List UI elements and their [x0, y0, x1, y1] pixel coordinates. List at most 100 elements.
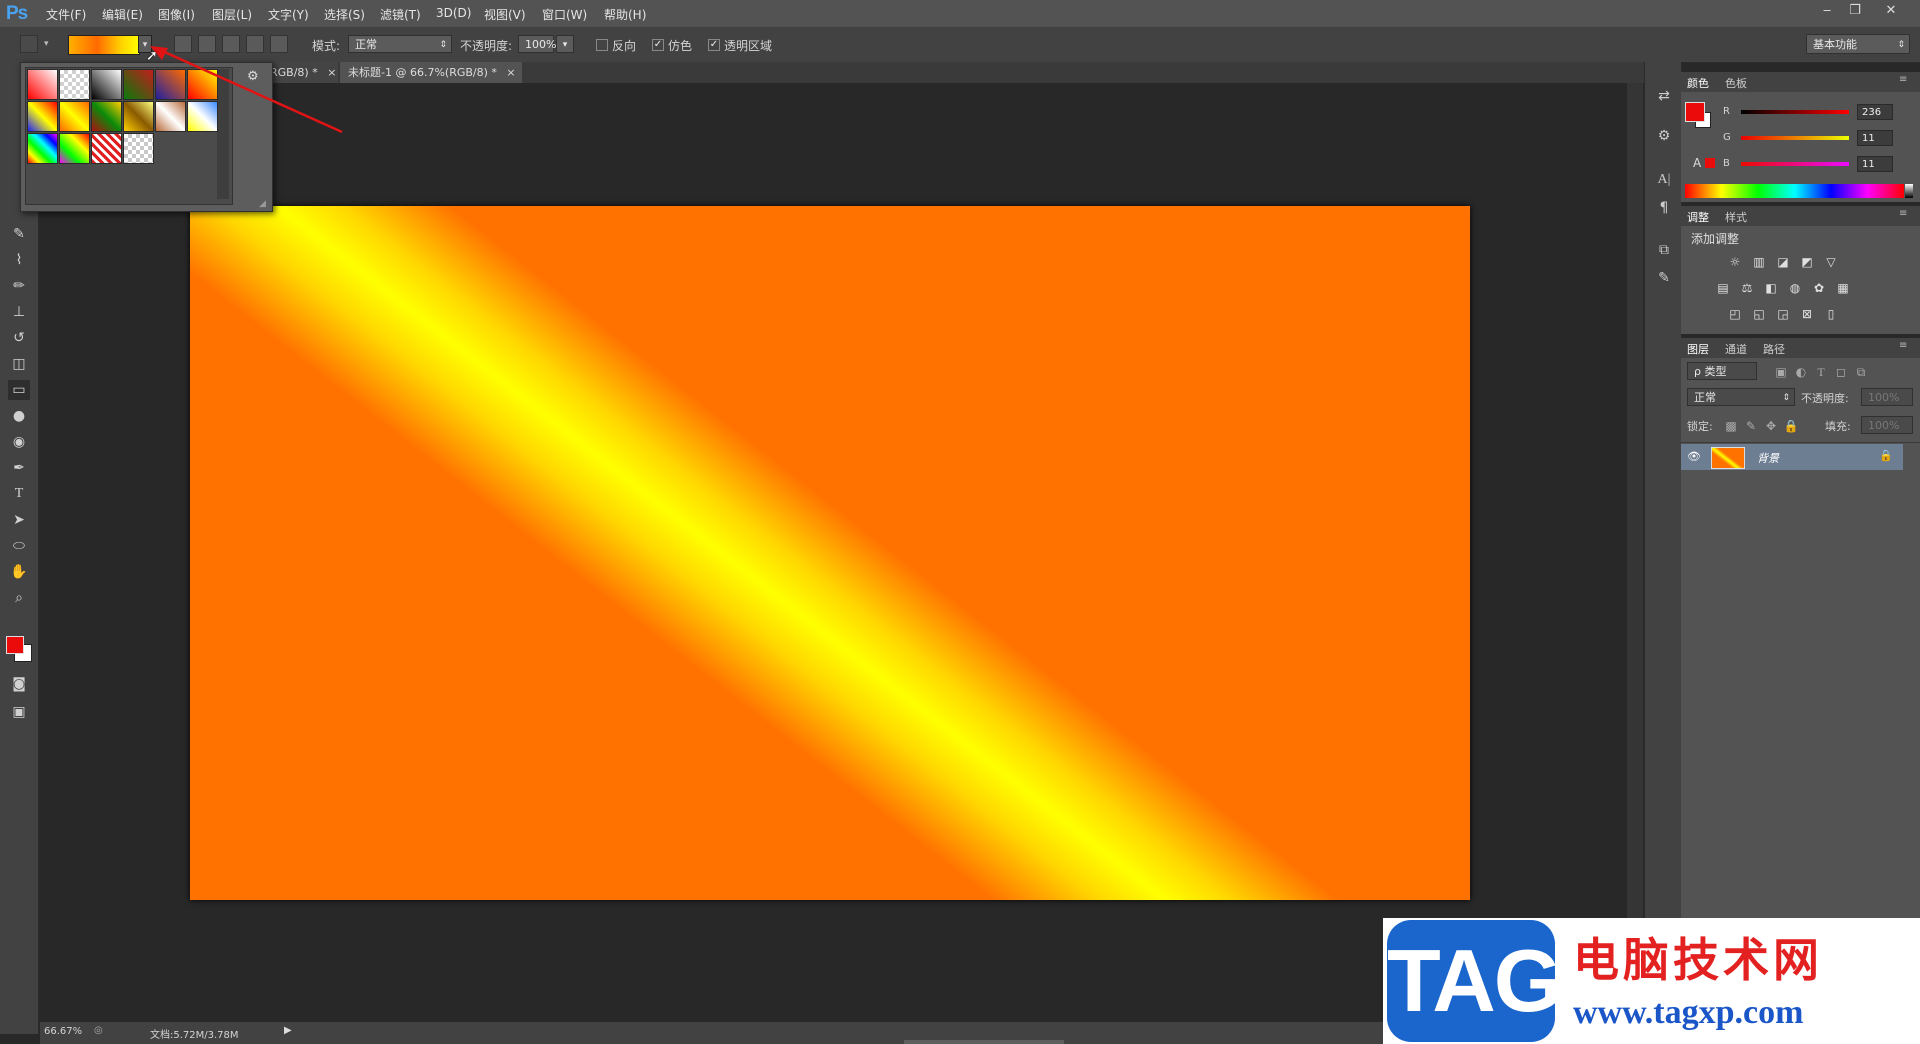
menu-window[interactable]: 窗口(W) — [542, 6, 587, 22]
color-ramp[interactable] — [1685, 184, 1904, 198]
menu-select[interactable]: 选择(S) — [324, 6, 365, 22]
tab-styles[interactable]: 样式 — [1725, 209, 1747, 225]
stamp-icon[interactable]: ⊥ — [8, 302, 30, 322]
document-tab-2[interactable]: 未标题-1 @ 66.7%(RGB/8) * × — [340, 62, 522, 83]
brightness-icon[interactable]: ☼ — [1727, 254, 1743, 270]
gradient-swatch[interactable] — [59, 101, 90, 132]
horizontal-scrollbar-thumb[interactable] — [904, 1040, 1064, 1044]
posterize-icon[interactable]: ◱ — [1751, 306, 1767, 322]
channel-mixer-icon[interactable]: ✿ — [1811, 280, 1827, 296]
menu-layer[interactable]: 图层(L) — [212, 6, 252, 22]
clone-source-icon[interactable]: ⧉ — [1654, 240, 1674, 260]
dodge-icon[interactable]: ◉ — [8, 432, 30, 452]
tab-adjustments[interactable]: 调整 — [1687, 209, 1709, 225]
dither-checkbox[interactable]: ✓ — [652, 39, 664, 51]
layer-opacity-input[interactable]: 100% — [1861, 388, 1913, 406]
layer-filter-select[interactable]: ρ 类型 — [1687, 362, 1757, 380]
gradient-swatch[interactable] — [27, 69, 58, 100]
layer-name[interactable]: 背景 — [1757, 450, 1779, 466]
vibrance-icon[interactable]: ▽ — [1823, 254, 1839, 270]
blend-mode-select[interactable]: 正常 ⇕ — [1687, 388, 1795, 406]
menu-filter[interactable]: 滤镜(T) — [380, 6, 421, 22]
menu-image[interactable]: 图像(I) — [158, 6, 195, 22]
menu-view[interactable]: 视图(V) — [484, 6, 526, 22]
character-panel-icon[interactable]: A| — [1654, 170, 1674, 190]
resize-grip-icon[interactable]: ◢ — [259, 199, 266, 209]
slider-b[interactable] — [1741, 162, 1849, 166]
lock-transparent-icon[interactable]: ▩ — [1723, 418, 1739, 434]
levels-icon[interactable]: ▥ — [1751, 254, 1767, 270]
type-icon[interactable]: T — [8, 484, 30, 504]
gradient-icon[interactable]: ▭ — [8, 380, 30, 400]
menu-help[interactable]: 帮助(H) — [604, 6, 646, 22]
lock-position-icon[interactable]: ✥ — [1763, 418, 1779, 434]
gradient-preview[interactable] — [68, 35, 140, 55]
lock-pixels-icon[interactable]: ✎ — [1743, 418, 1759, 434]
brush-icon[interactable]: ✏ — [8, 276, 30, 296]
minimize-icon[interactable]: ‒ — [1816, 2, 1838, 20]
selective-color-icon[interactable]: ⊠ — [1799, 306, 1815, 322]
channel-b-input[interactable]: 11 — [1857, 156, 1893, 172]
fill-input[interactable]: 100% — [1861, 416, 1913, 434]
foreground-color-front[interactable] — [6, 636, 24, 654]
hue-saturation-icon[interactable]: ▤ — [1715, 280, 1731, 296]
filter-pixel-icon[interactable]: ▣ — [1773, 364, 1789, 380]
reverse-checkbox[interactable] — [596, 39, 608, 51]
brush-presets-icon[interactable]: ✎ — [1654, 268, 1674, 288]
gradient-swatch[interactable] — [27, 101, 58, 132]
menu-3d[interactable]: 3D(D) — [436, 6, 471, 22]
tab-color[interactable]: 颜色 — [1687, 75, 1709, 91]
close-tab-icon[interactable]: × — [506, 66, 515, 79]
gradient-swatch[interactable] — [59, 69, 90, 100]
panel-menu-icon[interactable]: ≡ — [1899, 208, 1907, 219]
lock-all-icon[interactable]: 🔒 — [1783, 418, 1799, 434]
healing-brush-icon[interactable]: ⌇ — [8, 250, 30, 270]
paragraph-panel-icon[interactable]: ¶ — [1654, 198, 1674, 218]
restore-icon[interactable]: ❐ — [1844, 2, 1866, 20]
photo-filter-icon[interactable]: ◍ — [1787, 280, 1803, 296]
filter-adjust-icon[interactable]: ◐ — [1793, 364, 1809, 380]
panel-menu-icon[interactable]: ≡ — [1899, 340, 1907, 351]
tab-paths[interactable]: 路径 — [1763, 341, 1785, 357]
close-window-icon[interactable]: ✕ — [1880, 2, 1902, 20]
opacity-input[interactable]: 100% — [518, 35, 556, 53]
gradient-swatch[interactable] — [27, 133, 58, 164]
workspace-select[interactable]: 基本功能 ⇕ — [1806, 34, 1910, 54]
filter-shape-icon[interactable]: ◻ — [1833, 364, 1849, 380]
menu-edit[interactable]: 编辑(E) — [102, 6, 143, 22]
info-icon[interactable]: ◎ — [94, 1025, 103, 1036]
tool-preset-icon[interactable] — [20, 35, 38, 53]
channel-r-input[interactable]: 236 — [1857, 104, 1893, 120]
hand-icon[interactable]: ✋ — [8, 562, 30, 582]
color-lookup-icon[interactable]: ▦ — [1835, 280, 1851, 296]
color-balance-icon[interactable]: ⚖ — [1739, 280, 1755, 296]
tab-layers[interactable]: 图层 — [1687, 341, 1709, 357]
tab-channels[interactable]: 通道 — [1725, 341, 1747, 357]
panel-menu-icon[interactable]: ≡ — [1899, 74, 1907, 85]
threshold-icon[interactable]: ◲ — [1775, 306, 1791, 322]
black-white-icon[interactable]: ◧ — [1763, 280, 1779, 296]
slider-g[interactable] — [1741, 136, 1849, 140]
document-canvas[interactable] — [190, 206, 1470, 900]
status-menu-arrow-icon[interactable]: ▶ — [284, 1025, 292, 1036]
quick-mask-icon[interactable]: ◙ — [8, 674, 30, 694]
eyedropper-icon[interactable]: ✎ — [8, 224, 30, 244]
filter-type-icon[interactable]: T — [1813, 364, 1829, 380]
path-select-icon[interactable]: ➤ — [8, 510, 30, 530]
exposure-icon[interactable]: ◩ — [1799, 254, 1815, 270]
channel-g-input[interactable]: 11 — [1857, 130, 1893, 146]
opacity-dropdown-icon[interactable]: ▾ — [556, 35, 574, 53]
history-panel-icon[interactable]: ⇄ — [1654, 86, 1674, 106]
mode-select[interactable]: 正常 ⇕ — [348, 35, 452, 53]
layer-row-background[interactable]: 👁 背景 🔒 — [1681, 444, 1903, 470]
zoom-icon[interactable]: ⌕ — [8, 588, 30, 608]
history-brush-icon[interactable]: ↺ — [8, 328, 30, 348]
pen-icon[interactable]: ✒ — [8, 458, 30, 478]
vertical-scrollbar[interactable] — [1627, 83, 1643, 1023]
visibility-eye-icon[interactable]: 👁 — [1687, 450, 1701, 463]
gradient-map-icon[interactable]: ▯ — [1823, 306, 1839, 322]
slider-r[interactable] — [1741, 110, 1849, 114]
foreground-color-front[interactable] — [1685, 102, 1705, 122]
menu-type[interactable]: 文字(Y) — [268, 6, 309, 22]
menu-file[interactable]: 文件(F) — [46, 6, 86, 22]
